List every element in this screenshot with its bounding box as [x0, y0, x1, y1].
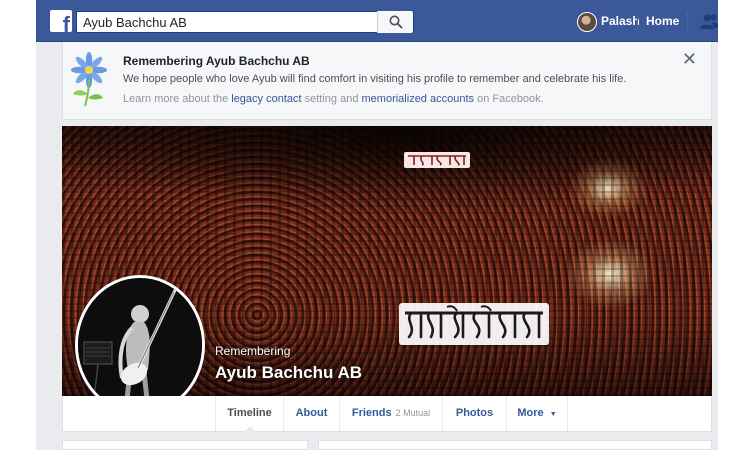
tab-timeline-label: Timeline	[227, 407, 272, 419]
chevron-down-icon: ▼	[549, 411, 557, 418]
facebook-logo-letter: f	[62, 12, 70, 33]
top-navigation-bar: f Palash Home	[36, 0, 718, 42]
nav-divider	[687, 12, 688, 30]
memorialized-accounts-link[interactable]: memorialized accounts	[362, 93, 475, 105]
tab-friends[interactable]: Friends 2 Mutual	[339, 396, 442, 431]
memorial-banner: Remembering Ayub Bachchu AB We hope peop…	[62, 42, 712, 120]
legacy-contact-link[interactable]: legacy contact	[231, 93, 301, 105]
learn-more-suffix: on Facebook.	[474, 93, 544, 105]
tab-friends-label: Friends	[351, 407, 392, 419]
mutual-friends-count: 2 Mutual	[395, 408, 431, 418]
memorial-learn-more: Learn more about the legacy contact sett…	[123, 93, 544, 105]
profile-name[interactable]: Ayub Bachchu AB	[215, 363, 362, 383]
intro-panel	[62, 440, 308, 450]
tab-about-label: About	[295, 407, 328, 419]
tab-more-label: More	[517, 407, 544, 419]
tab-more[interactable]: More ▼	[506, 396, 568, 431]
search-button[interactable]	[377, 11, 413, 33]
facebook-logo[interactable]: f	[50, 10, 72, 32]
learn-more-middle: setting and	[301, 93, 362, 105]
watermark-small	[404, 152, 470, 168]
tab-photos-label: Photos	[455, 407, 494, 419]
composer-panel	[318, 440, 712, 450]
close-icon[interactable]: ✕	[682, 51, 697, 69]
memorial-message: We hope people who love Ayub will find c…	[123, 73, 627, 85]
profile-link[interactable]: Palash	[601, 14, 640, 28]
tab-about[interactable]: About	[283, 396, 339, 431]
memorial-title: Remembering Ayub Bachchu AB	[123, 54, 310, 68]
tab-timeline[interactable]: Timeline	[215, 396, 283, 432]
remembering-flower-icon	[71, 52, 107, 107]
profile-picture[interactable]	[75, 275, 205, 415]
watermark-logo	[399, 303, 549, 345]
nav-divider	[637, 12, 638, 30]
search-bar	[76, 11, 414, 33]
search-icon	[389, 15, 403, 29]
remembering-label: Remembering	[215, 344, 291, 358]
search-input[interactable]	[83, 12, 373, 32]
friend-requests-icon[interactable]	[700, 13, 718, 30]
home-link[interactable]: Home	[646, 14, 679, 28]
facebook-profile-page: f Palash Home	[36, 0, 718, 450]
learn-more-prefix: Learn more about the	[123, 93, 232, 105]
user-avatar[interactable]	[577, 12, 597, 32]
tab-photos[interactable]: Photos	[442, 396, 506, 431]
profile-tabs: Timeline About Friends 2 Mutual Photos Mo…	[62, 396, 712, 432]
